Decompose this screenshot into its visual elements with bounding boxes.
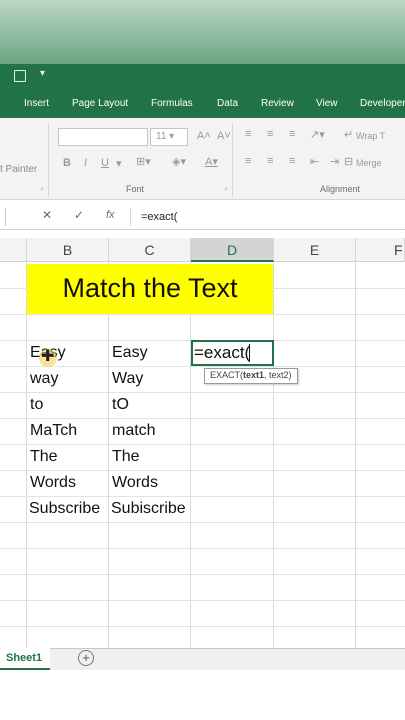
orientation-icon[interactable]: ↗▾ [310, 128, 325, 141]
customize-toolbar-icon[interactable]: ▾ [40, 68, 45, 79]
gridline [0, 496, 405, 497]
underline-dropdown-icon[interactable]: ▾ [116, 157, 122, 170]
tab-formulas[interactable]: Formulas [151, 98, 193, 109]
tooltip-rest: , text2) [264, 370, 292, 380]
gridline [0, 548, 405, 549]
align-left-icon[interactable]: ≡ [245, 155, 251, 167]
sheet-tabs-bar [0, 648, 405, 670]
bold-icon[interactable]: B [63, 157, 71, 169]
active-cell-text: =exact( [194, 343, 251, 362]
gridline [108, 262, 109, 648]
save-icon[interactable] [14, 70, 26, 82]
gridline [0, 418, 405, 419]
gridline [273, 262, 274, 648]
top-align-icon[interactable]: ≡ [245, 128, 251, 140]
ribbon-divider [232, 124, 233, 196]
gridline [0, 314, 405, 315]
cell-b7[interactable]: way [30, 370, 58, 388]
function-tooltip: EXACT(text1, text2) [204, 368, 298, 384]
format-painter-button[interactable]: t Painter [0, 164, 37, 175]
merge-center-button[interactable]: Merge [356, 158, 382, 168]
cell-c10[interactable]: The [112, 448, 140, 466]
gridline [0, 444, 405, 445]
title-cell[interactable]: Match the Text [27, 264, 273, 314]
middle-align-icon[interactable]: ≡ [267, 128, 273, 140]
gridline [0, 366, 405, 367]
quick-access-toolbar [0, 64, 405, 90]
merge-center-icon[interactable]: ⊟ [344, 155, 353, 168]
tooltip-function: EXACT( [210, 370, 244, 380]
gridline [0, 574, 405, 575]
cell-c11[interactable]: Words [112, 474, 158, 492]
cell-c8[interactable]: tO [112, 396, 129, 414]
column-header-b[interactable]: B [27, 238, 109, 262]
cell-b8[interactable]: to [30, 396, 43, 414]
gridline [0, 600, 405, 601]
increase-font-icon[interactable]: A˄ [197, 130, 211, 142]
gridline [0, 522, 405, 523]
gridline [26, 262, 27, 648]
underline-icon[interactable]: U [101, 157, 109, 169]
font-name-select[interactable] [58, 128, 148, 146]
formula-input[interactable]: =exact( [141, 211, 177, 223]
ribbon-tabs-bar [0, 90, 405, 118]
gridline [355, 262, 356, 648]
align-right-icon[interactable]: ≡ [289, 155, 295, 167]
tab-insert[interactable]: Insert [24, 98, 49, 109]
formula-bar-divider [130, 208, 131, 226]
tab-page-layout[interactable]: Page Layout [72, 98, 128, 109]
cell-c12[interactable]: Subiscribe [111, 500, 186, 518]
borders-icon[interactable]: ⊞▾ [136, 155, 151, 168]
formula-bar [0, 204, 405, 230]
italic-icon[interactable]: I [84, 157, 87, 169]
column-header-f[interactable]: F [356, 238, 405, 262]
gridline [190, 262, 191, 648]
gridline [0, 470, 405, 471]
tab-review[interactable]: Review [261, 98, 294, 109]
cell-select-cursor-icon: ✚ [41, 348, 55, 365]
decrease-font-icon[interactable]: A˅ [217, 130, 231, 142]
font-launcher-icon[interactable]: ⌟ [224, 182, 228, 191]
sheet-tab-sheet1[interactable]: Sheet1 [0, 648, 50, 670]
bottom-align-icon[interactable]: ≡ [289, 128, 295, 140]
tab-view[interactable]: View [316, 98, 338, 109]
tooltip-arg1: text1 [243, 370, 265, 380]
cell-c6[interactable]: Easy [112, 344, 148, 362]
add-sheet-icon[interactable]: + [78, 650, 94, 666]
font-color-icon[interactable]: A▾ [205, 155, 218, 168]
column-header-e[interactable]: E [274, 238, 356, 262]
gridline [0, 626, 405, 627]
font-size-select[interactable]: 11 ▾ [150, 128, 188, 146]
status-area [0, 670, 405, 720]
wrap-text-button[interactable]: Wrap T [356, 131, 385, 141]
column-header-d[interactable]: D [191, 238, 274, 262]
increase-indent-icon[interactable]: ⇥ [330, 155, 339, 168]
insert-function-icon[interactable]: fx [106, 209, 115, 221]
enter-icon[interactable]: ✓ [74, 208, 84, 222]
name-box[interactable] [0, 208, 6, 226]
text-cursor [249, 344, 250, 362]
gridline [0, 392, 405, 393]
top-backdrop [0, 0, 405, 64]
font-size-value: 11 [156, 131, 167, 142]
cell-b12[interactable]: Subscribe [29, 500, 100, 518]
cell-b10[interactable]: The [30, 448, 58, 466]
ribbon-divider [48, 124, 49, 196]
decrease-indent-icon[interactable]: ⇤ [310, 155, 319, 168]
clipboard-launcher-icon[interactable]: ⌟ [40, 182, 44, 191]
tab-developer[interactable]: Developer [360, 98, 405, 109]
align-center-icon[interactable]: ≡ [267, 155, 273, 167]
wrap-text-icon[interactable]: ↵ [344, 128, 353, 141]
cell-c7[interactable]: Way [112, 370, 143, 388]
alignment-group-label: Alignment [320, 184, 361, 194]
tab-data[interactable]: Data [217, 98, 238, 109]
column-header-c[interactable]: C [109, 238, 191, 262]
select-all-corner[interactable] [0, 238, 27, 262]
cancel-icon[interactable]: ✕ [42, 208, 52, 222]
cell-b9[interactable]: MaTch [30, 422, 77, 440]
font-group-label: Font [126, 184, 145, 194]
cell-b11[interactable]: Words [30, 474, 76, 492]
cell-c9[interactable]: match [112, 422, 156, 440]
fill-color-icon[interactable]: ◈▾ [172, 155, 186, 168]
